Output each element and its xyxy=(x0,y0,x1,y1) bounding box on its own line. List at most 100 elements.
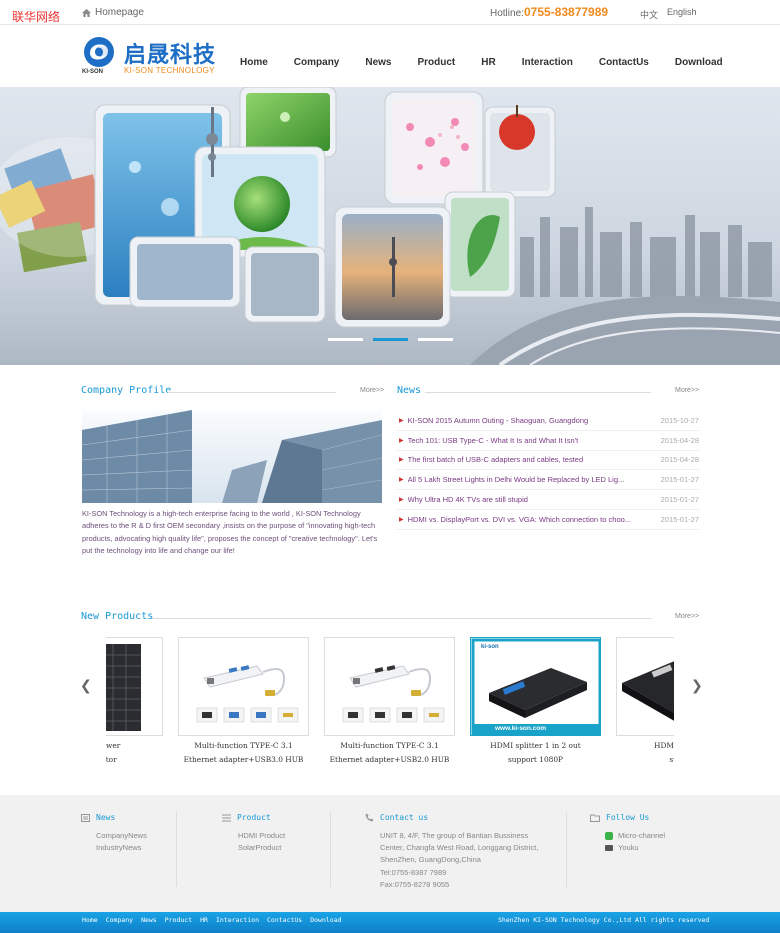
homepage-link[interactable]: Homepage xyxy=(82,7,144,18)
products-carousel: Solar PowerGenerator Multi-function TYPE… xyxy=(106,637,674,767)
footer-product-head: Product xyxy=(222,813,271,822)
footer-follow-list: Micro-channel Youku xyxy=(605,830,665,854)
news-item[interactable]: ▶ All 5 Lakh Street Lights in Delhi Would… xyxy=(397,470,699,491)
product-image xyxy=(470,637,601,736)
products-section-title: New Products xyxy=(81,611,154,622)
product-card[interactable]: Multi-function TYPE-C 3.1 Ethernet adapte… xyxy=(178,637,309,767)
wechat-link[interactable]: Micro-channel xyxy=(605,830,665,842)
product-image xyxy=(324,637,455,736)
banner-dot-1[interactable] xyxy=(328,338,363,341)
phone-icon xyxy=(365,813,374,822)
contact-line: Center, Changfa West Road, Longgang Dist… xyxy=(380,843,539,853)
banner-dot-3[interactable] xyxy=(418,338,453,341)
news-item-title[interactable]: The first batch of USB-C adapters and ca… xyxy=(408,455,653,464)
language-chinese-link[interactable]: 中文 xyxy=(640,8,658,21)
bottom-nav-company[interactable]: Company xyxy=(106,916,133,924)
footer-news-list: CompanyNews IndustryNews xyxy=(96,830,147,854)
copyright-text: ShenZhen KI-SON Technology Co.,Ltd All r… xyxy=(498,916,710,924)
product-name[interactable]: Multi-function TYPE-C 3.1 Ethernet adapte… xyxy=(178,739,309,767)
news-section-title: News xyxy=(397,385,422,396)
product-name[interactable]: Multi-function TYPE-C 3.1 Ethernet adapte… xyxy=(324,739,455,767)
nav-download[interactable]: Download xyxy=(662,57,736,71)
product-card[interactable]: HDMI 1.4B 4Kswitch xyxy=(616,637,674,767)
profile-description: KI-SON Technology is a high-tech enterpr… xyxy=(82,509,378,556)
banner-dot-2[interactable] xyxy=(373,338,408,341)
splitter-site-text: www.ki-son.com xyxy=(495,725,547,732)
hero-banner[interactable] xyxy=(0,87,780,365)
news-item-date: 2015-10-27 xyxy=(660,415,699,425)
hotline-number: 0755-83877989 xyxy=(524,5,609,19)
bottom-nav-product[interactable]: Product xyxy=(165,916,192,924)
nav-home[interactable]: Home xyxy=(227,57,281,71)
product-image xyxy=(616,637,674,736)
logo-name-chinese: 启晟科技 xyxy=(124,43,217,68)
bullet-icon: ▶ xyxy=(399,437,404,444)
bullet-icon: ▶ xyxy=(399,457,404,464)
carousel-prev-icon[interactable]: ❮ xyxy=(80,677,92,694)
nav-hr[interactable]: HR xyxy=(468,57,508,71)
nav-company[interactable]: Company xyxy=(281,57,353,71)
bullet-icon: ▶ xyxy=(399,417,404,424)
footer-divider xyxy=(330,812,331,887)
news-item-title[interactable]: Why Ultra HD 4K TVs are still stupid xyxy=(408,495,653,504)
profile-section-title: Company Profile xyxy=(81,385,172,396)
bottom-nav-interaction[interactable]: Interaction xyxy=(216,916,259,924)
product-name[interactable]: Solar PowerGenerator xyxy=(106,739,163,767)
news-icon xyxy=(81,813,90,822)
banner-image xyxy=(0,87,780,365)
news-list: ▶ KI-SON 2015 Autumn Outing - Shaoguan, G… xyxy=(397,411,699,530)
news-item-title[interactable]: Tech 101: USB Type-C - What It Is and Wh… xyxy=(408,436,653,445)
footer-link[interactable]: SolarProduct xyxy=(238,842,285,854)
footer-contact-info: UNIT 8, 4/F, The group of Bantian Bussin… xyxy=(380,830,538,891)
logo-name-english: KI-SON TECHNOLOGY xyxy=(124,66,215,75)
profile-title-divider xyxy=(168,392,336,393)
news-title-divider xyxy=(425,392,651,393)
profile-image xyxy=(82,410,382,503)
home-icon xyxy=(82,8,91,17)
news-item-title[interactable]: HDMI vs. DisplayPort vs. DVI vs. VGA: Wh… xyxy=(408,515,653,524)
youku-link[interactable]: Youku xyxy=(605,842,665,854)
footer-link[interactable]: IndustryNews xyxy=(96,842,147,854)
language-english-link[interactable]: English xyxy=(667,7,697,17)
bullet-icon: ▶ xyxy=(399,497,404,504)
bottom-nav-hr[interactable]: HR xyxy=(200,916,208,924)
footer-link[interactable]: HDMI Product xyxy=(238,830,285,842)
news-item-title[interactable]: KI-SON 2015 Autumn Outing - Shaoguan, Gu… xyxy=(408,416,653,425)
news-item[interactable]: ▶ The first batch of USB-C adapters and c… xyxy=(397,451,699,471)
news-item-date: 2015-04-28 xyxy=(660,435,699,445)
products-more-link[interactable]: More>> xyxy=(675,613,699,620)
bottom-nav-home[interactable]: Home xyxy=(82,916,98,924)
contact-line: ShenZhen, GuangDong,China xyxy=(380,855,481,865)
product-card[interactable]: Multi-function TYPE-C 3.1 Ethernet adapte… xyxy=(324,637,455,767)
youku-icon xyxy=(605,845,613,852)
news-item-title[interactable]: All 5 Lakh Street Lights in Delhi Would … xyxy=(408,475,653,484)
bottom-nav-download[interactable]: Download xyxy=(310,916,341,924)
product-card[interactable]: Solar PowerGenerator xyxy=(106,637,163,767)
product-name[interactable]: HDMI 1.4B 4Kswitch xyxy=(616,739,674,767)
nav-interaction[interactable]: Interaction xyxy=(509,57,586,71)
bottom-nav-news[interactable]: News xyxy=(141,916,157,924)
footer-link[interactable]: CompanyNews xyxy=(96,830,147,842)
profile-more-link[interactable]: More>> xyxy=(360,387,384,394)
news-more-link[interactable]: More>> xyxy=(675,387,699,394)
news-item-date: 2015-01-27 xyxy=(660,514,699,524)
product-name[interactable]: HDMI splitter 1 in 2 out support 1080P xyxy=(470,739,601,767)
contact-phone: Tel:0755-8387 7989 xyxy=(380,867,447,877)
news-item[interactable]: ▶ Why Ultra HD 4K TVs are still stupid 201… xyxy=(397,490,699,510)
product-image xyxy=(106,637,163,736)
nav-news[interactable]: News xyxy=(352,57,404,71)
main-nav: Home Company News Product HR Interaction… xyxy=(227,57,736,71)
news-item[interactable]: ▶ HDMI vs. DisplayPort vs. DVI vs. VGA: W… xyxy=(397,510,699,530)
bullet-icon: ▶ xyxy=(399,477,404,484)
product-card[interactable]: HDMI splitter 1 in 2 out support 1080P xyxy=(470,637,601,767)
bottom-nav-contactus[interactable]: ContactUs xyxy=(267,916,302,924)
footer-divider xyxy=(566,812,567,887)
carousel-next-icon[interactable]: ❯ xyxy=(691,677,703,694)
footer-news-head: News xyxy=(81,813,115,822)
nav-contactus[interactable]: ContactUs xyxy=(586,57,662,71)
nav-product[interactable]: Product xyxy=(404,57,468,71)
news-item[interactable]: ▶ KI-SON 2015 Autumn Outing - Shaoguan, G… xyxy=(397,411,699,431)
news-item-date: 2015-01-27 xyxy=(660,495,699,505)
news-item[interactable]: ▶ Tech 101: USB Type-C - What It Is and W… xyxy=(397,431,699,451)
news-item-date: 2015-01-27 xyxy=(660,475,699,485)
